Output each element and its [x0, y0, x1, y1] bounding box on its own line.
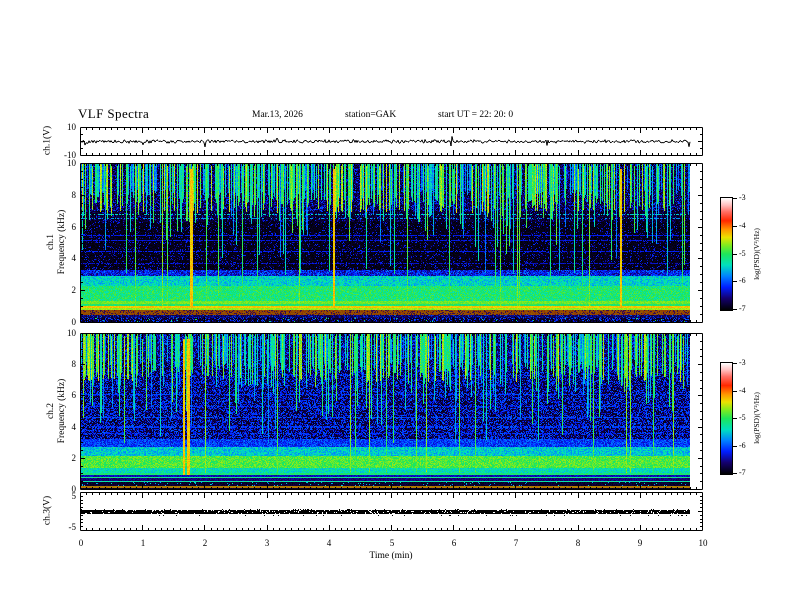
- time-xtick-3: 3: [264, 538, 270, 548]
- cb2-tick--6: -6: [739, 441, 746, 450]
- time-xtick-5: 5: [389, 538, 395, 548]
- colorbar-ch1: [720, 197, 739, 311]
- ch1-spectrogram-ytick-8: 8: [71, 190, 77, 200]
- station-label: station=GAK: [345, 110, 397, 120]
- ch1-frequency-axis-line1: ch.1: [46, 233, 56, 251]
- ch1-waveform-ytick-10: 10: [67, 122, 76, 132]
- date-label: Mar.13, 2026: [252, 110, 303, 120]
- time-xtick-0: 0: [78, 538, 84, 548]
- time-axis-label: Time (min): [369, 551, 413, 561]
- cb2-tick--3: -3: [739, 358, 746, 367]
- ch1-frequency-axis-label: ch.1 Frequency (kHz): [46, 182, 68, 302]
- cb2-tick--4: -4: [739, 386, 746, 395]
- ch3-waveform-canvas: [80, 492, 703, 531]
- ch1-voltage-axis-label: ch.1(V): [42, 125, 53, 156]
- ch1-spectrogram-ytick-0: 0: [71, 317, 77, 327]
- cb1-tick--3: -3: [739, 193, 746, 202]
- ch1-waveform-canvas: [80, 127, 703, 156]
- ch1-spectrogram-canvas: [80, 163, 703, 323]
- cb1-tick--7: -7: [739, 304, 746, 313]
- cb1-tick--6: -6: [739, 276, 746, 285]
- cb1-tick--5: -5: [739, 249, 746, 258]
- ch1-spectrogram-ytick-10: 10: [67, 158, 76, 168]
- time-xtick-9: 9: [637, 538, 643, 548]
- cb1-tick--4: -4: [739, 221, 746, 230]
- ch2-spectrogram-ytick-4: 4: [71, 422, 77, 432]
- ch1-frequency-axis-line2: Frequency (kHz): [57, 209, 67, 275]
- time-xtick-1: 1: [140, 538, 146, 548]
- start-ut-label: start UT = 22: 20: 0: [438, 110, 514, 120]
- colorbar-ch2: [720, 362, 739, 475]
- time-xtick-7: 7: [513, 538, 519, 548]
- ch2-spectrogram-canvas: [80, 333, 703, 490]
- ch3-waveform-ytick-5: 5: [71, 491, 77, 501]
- time-xtick-8: 8: [575, 538, 581, 548]
- time-xtick-4: 4: [326, 538, 332, 548]
- ch2-spectrogram-ytick-10: 10: [67, 328, 76, 338]
- ch3-voltage-axis-label: ch.3(V): [42, 495, 53, 526]
- time-xtick-6: 6: [451, 538, 457, 548]
- time-xtick-10: 10: [698, 538, 708, 548]
- ch2-spectrogram-ytick-2: 2: [71, 453, 77, 463]
- ch1-spectrogram-ytick-2: 2: [71, 285, 77, 295]
- cb2-tick--5: -5: [739, 413, 746, 422]
- cb2-tick--7: -7: [739, 468, 746, 477]
- ch1-spectrogram-ytick-4: 4: [71, 253, 77, 263]
- ch2-spectrogram-ytick-6: 6: [71, 390, 77, 400]
- ch3-waveform-ytick--5: -5: [68, 522, 77, 532]
- page-title: VLF Spectra: [78, 106, 150, 121]
- time-xtick-2: 2: [202, 538, 208, 548]
- vlf-spectra-figure: VLF Spectra Mar.13, 2026 station=GAK sta…: [0, 0, 792, 612]
- ch2-spectrogram-ytick-8: 8: [71, 359, 77, 369]
- ch1-spectrogram-ytick-6: 6: [71, 222, 77, 232]
